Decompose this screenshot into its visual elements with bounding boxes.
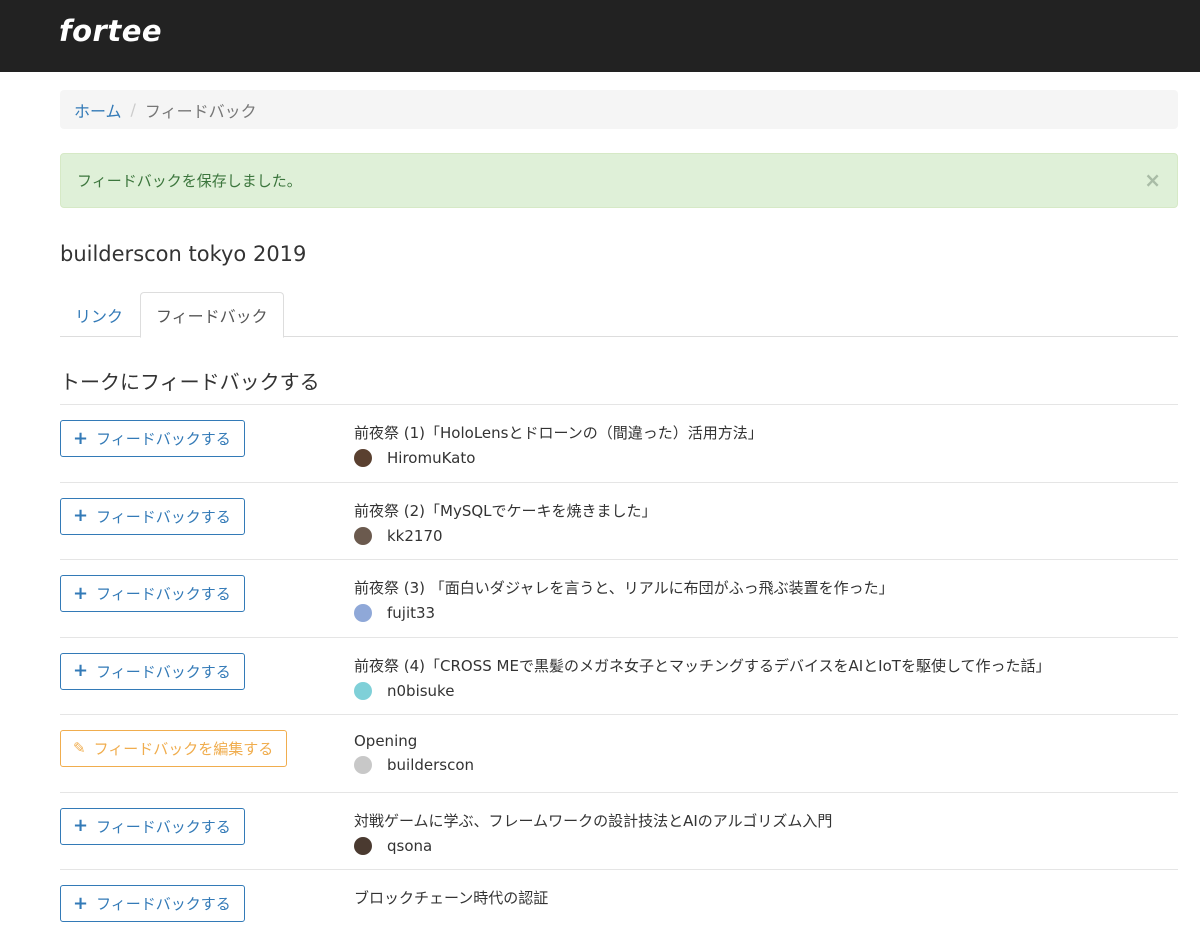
talk-row: + フィードバックする 前夜祭 (1)「HoloLensとドローンの（間違った）活用… [60,404,1178,482]
button-label: フィードバックする [96,507,231,526]
navbar: fortee [0,0,1200,72]
add-feedback-button[interactable]: + フィードバックする [60,420,245,457]
avatar [354,756,372,774]
breadcrumb-current: フィードバック [144,101,257,121]
talk-title[interactable]: ブロックチェーン時代の認証 [354,887,548,908]
plus-icon: + [73,582,89,604]
breadcrumb: ホーム / フィードバック [60,90,1178,129]
button-label: フィードバックする [96,430,231,448]
edit-feedback-button[interactable]: ✎ フィードバックを編集する [60,730,288,767]
talk-row: ✎ フィードバックを編集する Opening builderscon [60,714,1178,792]
avatar [354,681,372,700]
speaker: fujit33 [354,604,894,622]
speaker-name[interactable]: HiromuKato [387,449,475,467]
success-alert: フィードバックを保存しました。 × [60,153,1178,208]
plus-icon: + [73,815,89,836]
talk-list: + フィードバックする 前夜祭 (1)「HoloLensとドローンの（間違った）活用… [60,404,1178,947]
talk-title[interactable]: 前夜祭 (4)「CROSS MEで黒髪のメガネ女子とマッチングするデバイスをAI… [354,655,1051,676]
add-feedback-button[interactable]: + フィードバックする [60,807,245,845]
edit-icon: ✎ [73,739,86,757]
talk-title[interactable]: Opening [354,732,474,750]
talk-info: 対戦ゲームに学ぶ、フレームワークの設計技法とAIのアルゴリズム入門 qsona [354,810,832,855]
tab-links[interactable]: リンク [60,292,138,337]
speaker-name[interactable]: fujit33 [387,604,435,622]
talk-info: 前夜祭 (1)「HoloLensとドローンの（間違った）活用方法」 HiromuK… [354,422,763,467]
button-label: フィードバックする [96,895,231,913]
avatar [354,836,372,855]
avatar [354,604,372,622]
plus-icon: + [73,427,89,449]
button-label: フィードバックする [96,817,231,836]
button-label: フィードバックを編集する [93,740,274,758]
tab-bar: リンク フィードバック [60,292,1178,338]
plus-icon: + [73,892,89,914]
speaker-name[interactable]: qsona [387,837,432,855]
talk-info: Opening builderscon [354,732,474,774]
brand-logo[interactable]: fortee [59,14,162,48]
speaker: builderscon [354,756,474,774]
talk-row: + フィードバックする ブロックチェーン時代の認証 [60,869,1178,947]
button-label: フィードバックする [96,662,231,681]
talk-title[interactable]: 前夜祭 (3) 「面白いダジャレを言うと、リアルに布団がふっ飛ぶ装置を作った」 [354,577,894,598]
add-feedback-button[interactable]: + フィードバックする [60,885,245,922]
tab-feedback[interactable]: フィードバック [140,292,284,338]
avatar [354,526,372,545]
talk-title[interactable]: 前夜祭 (1)「HoloLensとドローンの（間違った）活用方法」 [354,422,763,443]
breadcrumb-home-link[interactable]: ホーム [74,98,122,122]
speaker-name[interactable]: kk2170 [387,527,443,545]
speaker: HiromuKato [354,449,763,467]
breadcrumb-separator: / [130,100,136,119]
close-icon[interactable]: × [1144,168,1161,192]
talk-row: + フィードバックする 前夜祭 (4)「CROSS MEで黒髪のメガネ女子とマッチン… [60,636,1178,715]
section-title: トークにフィードバックする [60,370,320,394]
talk-title[interactable]: 前夜祭 (2)「MySQLでケーキを焼きました」 [354,500,657,521]
plus-icon: + [73,505,89,526]
talk-info: 前夜祭 (4)「CROSS MEで黒髪のメガネ女子とマッチングするデバイスをAI… [354,655,1051,700]
plus-icon: + [73,660,89,681]
speaker: n0bisuke [354,681,1051,700]
button-label: フィードバックする [96,585,231,603]
talk-info: 前夜祭 (2)「MySQLでケーキを焼きました」 kk2170 [354,500,657,545]
speaker-name[interactable]: n0bisuke [387,682,454,700]
avatar [354,449,372,467]
add-feedback-button[interactable]: + フィードバックする [60,652,245,690]
talk-info: ブロックチェーン時代の認証 [354,887,548,908]
event-title: builderscon tokyo 2019 [60,242,307,266]
talk-info: 前夜祭 (3) 「面白いダジャレを言うと、リアルに布団がふっ飛ぶ装置を作った」 f… [354,577,894,622]
add-feedback-button[interactable]: + フィードバックする [60,497,245,535]
speaker: kk2170 [354,526,657,545]
add-feedback-button[interactable]: + フィードバックする [60,575,245,612]
speaker-name[interactable]: builderscon [387,756,474,774]
talk-row: + フィードバックする 前夜祭 (3) 「面白いダジャレを言うと、リアルに布団がふっ… [60,559,1178,637]
talk-row: + フィードバックする 対戦ゲームに学ぶ、フレームワークの設計技法とAIのアルゴリズ… [60,791,1178,870]
alert-message: フィードバックを保存しました。 [77,172,302,190]
talk-title[interactable]: 対戦ゲームに学ぶ、フレームワークの設計技法とAIのアルゴリズム入門 [354,810,832,831]
speaker: qsona [354,836,832,855]
talk-row: + フィードバックする 前夜祭 (2)「MySQLでケーキを焼きました」 kk2170 [60,481,1178,560]
